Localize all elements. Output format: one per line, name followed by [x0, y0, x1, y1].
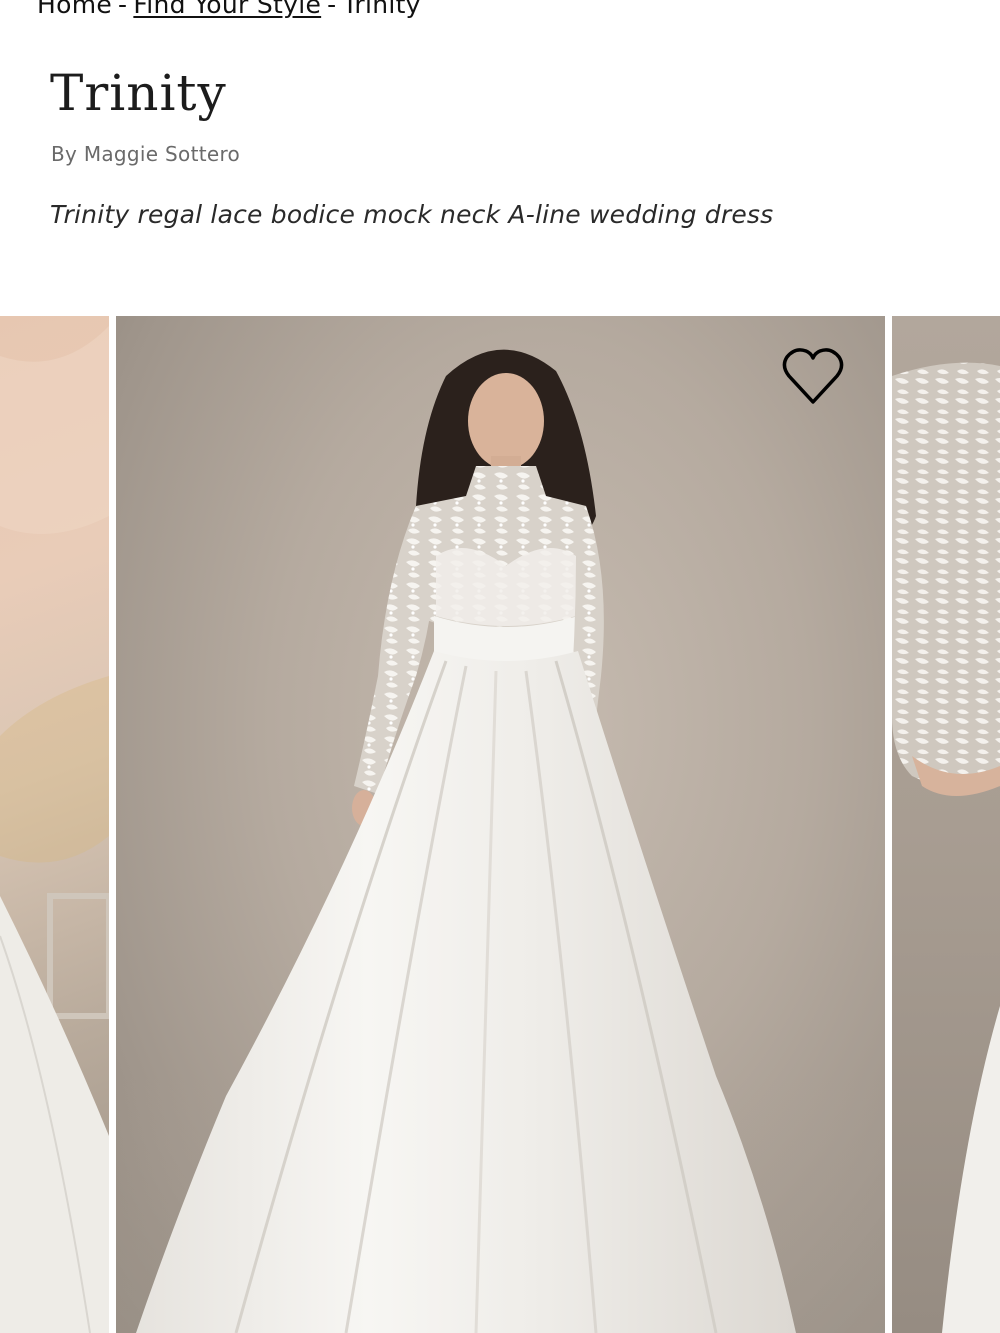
carousel-slide-next[interactable] — [892, 316, 1000, 1333]
breadcrumb-separator: - — [118, 0, 128, 19]
product-page: Home - Find Your Style - Trinity Trinity By … — [0, 0, 1000, 1333]
product-description: Trinity regal lace bodice mock neck A-li… — [50, 200, 774, 229]
favorite-button[interactable] — [781, 346, 845, 408]
dress-photo-previous — [0, 326, 109, 1333]
breadcrumb-current: Trinity — [342, 0, 421, 19]
heart-outline-icon — [782, 348, 844, 404]
breadcrumb-find-your-style-link[interactable]: Find Your Style — [133, 0, 321, 19]
product-title: Trinity — [50, 64, 227, 122]
product-image-carousel[interactable] — [0, 316, 1000, 1333]
product-designer: By Maggie Sottero — [51, 142, 241, 166]
dress-photo-next — [892, 362, 1000, 1333]
dress-photo-main — [116, 349, 885, 1333]
breadcrumb-home-link[interactable]: Home — [37, 0, 112, 19]
carousel-slide-main[interactable] — [116, 316, 885, 1333]
breadcrumb-separator: - — [327, 0, 337, 19]
carousel-slide-previous[interactable] — [0, 316, 109, 1333]
breadcrumb: Home - Find Your Style - Trinity — [37, 0, 421, 19]
